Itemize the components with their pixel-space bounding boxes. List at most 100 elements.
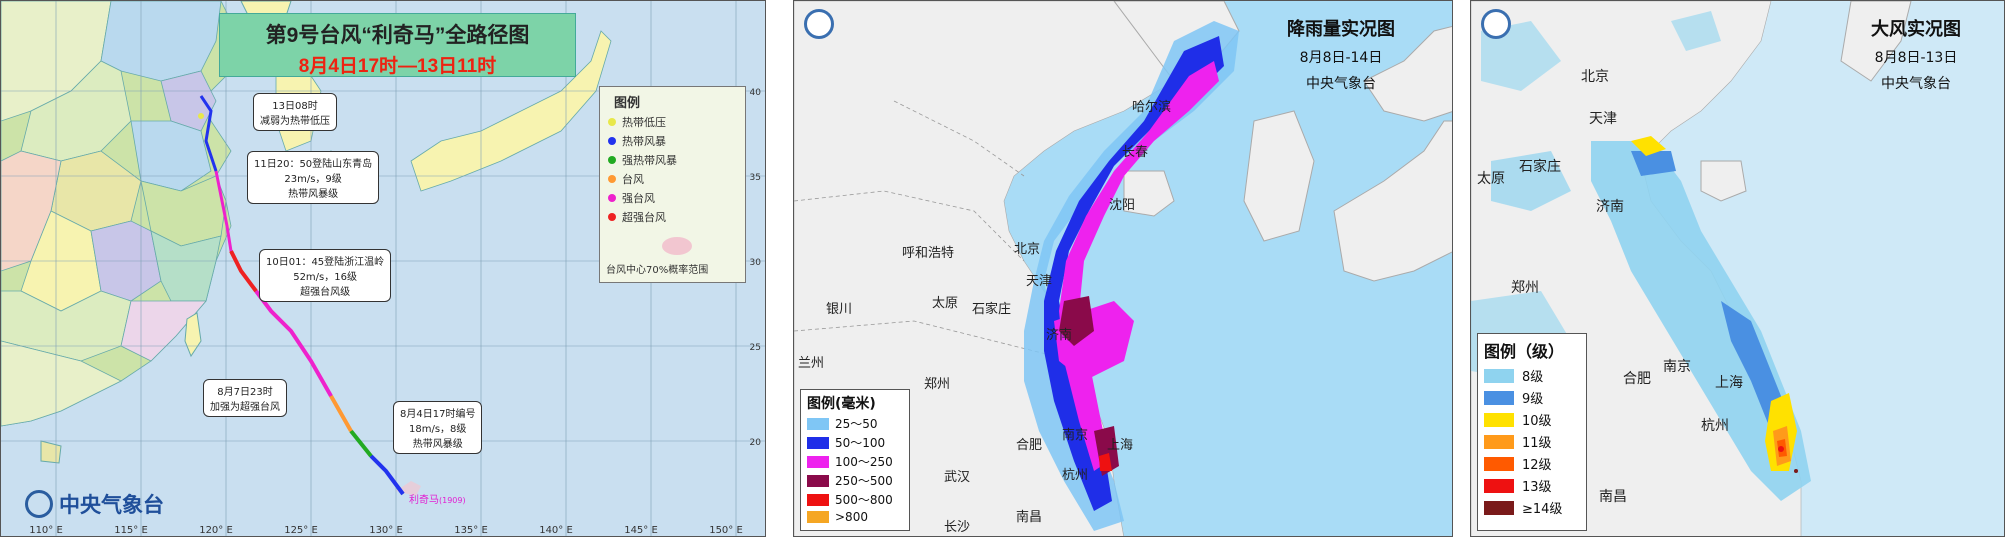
annotation-weakened: 13日08时 减弱为热带低压 <box>253 93 337 131</box>
wind-legend-item: 10级 <box>1484 410 1586 429</box>
rain-swatch-25-50 <box>807 417 829 430</box>
svg-text:150° E: 150° E <box>709 525 743 536</box>
wind-legend-item: 13级 <box>1484 476 1586 495</box>
cma-logo-icon <box>25 490 53 518</box>
svg-text:25: 25 <box>750 343 761 353</box>
svg-text:天津: 天津 <box>1589 111 1617 127</box>
track-legend-item: 台风 <box>608 171 745 187</box>
svg-text:天津: 天津 <box>1026 274 1052 289</box>
svg-text:上海: 上海 <box>1107 438 1133 453</box>
rain-legend-item: 25～50 <box>807 415 909 432</box>
svg-text:南京: 南京 <box>1663 359 1691 375</box>
rain-swatch-100-250 <box>807 455 829 468</box>
rain-legend-title: 图例(毫米) <box>807 396 876 412</box>
wind-title-block: 大风实况图 8月8日-13日 中央气象台 <box>1841 15 1991 93</box>
svg-text:太原: 太原 <box>932 296 958 311</box>
svg-text:北京: 北京 <box>1581 69 1609 85</box>
agency-logo: 中央气象台 <box>25 489 164 519</box>
svg-text:135° E: 135° E <box>454 525 488 536</box>
super-typhoon-dot-icon <box>608 213 616 221</box>
lon-axis-labels: 110° E 115° E 120° E 125° E 130° E 135° … <box>29 525 743 536</box>
rain-swatch-500-800 <box>807 493 829 506</box>
wind-swatch-12 <box>1484 456 1514 471</box>
track-legend-item: 热带风暴 <box>608 133 745 149</box>
annotation-numbered: 8月4日17时编号 18m/s，8级 热带风暴级 <box>393 401 483 454</box>
svg-text:银川: 银川 <box>826 302 852 317</box>
rain-period: 8月8日-14日 <box>1299 50 1383 66</box>
rain-swatch-250-500 <box>807 474 829 487</box>
svg-text:110° E: 110° E <box>29 525 63 536</box>
tropical-depression-dot-icon <box>608 118 616 126</box>
svg-text:40: 40 <box>750 88 762 98</box>
annotation-landfall-qingdao: 11日20：50登陆山东青岛 23m/s，9级 热带风暴级 <box>247 151 380 204</box>
svg-text:石家庄: 石家庄 <box>972 301 1011 317</box>
track-legend-item: 热带低压 <box>608 114 745 130</box>
svg-text:140° E: 140° E <box>539 525 573 536</box>
svg-text:125° E: 125° E <box>284 525 318 536</box>
svg-text:郑州: 郑州 <box>924 377 950 392</box>
svg-text:130° E: 130° E <box>369 525 403 536</box>
svg-text:35: 35 <box>750 173 761 183</box>
rain-legend-item: 500～800 <box>807 491 909 508</box>
wind-period: 8月8日-13日 <box>1874 50 1958 66</box>
rain-logo <box>804 9 834 39</box>
wind-swatch-11 <box>1484 434 1514 449</box>
svg-text:南昌: 南昌 <box>1016 509 1042 525</box>
svg-text:呼和浩特: 呼和浩特 <box>902 246 954 261</box>
tropical-storm-dot-icon <box>608 137 616 145</box>
rain-legend-item: >800 <box>807 510 909 524</box>
svg-text:合肥: 合肥 <box>1623 371 1651 387</box>
rain-swatch-over-800 <box>807 511 829 523</box>
severe-tropical-storm-dot-icon <box>608 156 616 164</box>
svg-text:杭州: 杭州 <box>1062 468 1088 483</box>
wind-legend-item: 9级 <box>1484 388 1586 407</box>
wind-swatch-9 <box>1484 390 1514 405</box>
svg-text:郑州: 郑州 <box>1511 280 1539 296</box>
svg-text:南昌: 南昌 <box>1599 489 1627 505</box>
svg-text:南京: 南京 <box>1062 427 1088 443</box>
svg-text:合肥: 合肥 <box>1016 438 1042 453</box>
svg-text:太原: 太原 <box>1477 171 1505 187</box>
wind-legend-title: 图例（级） <box>1484 342 1565 361</box>
wind-swatch-10 <box>1484 412 1514 427</box>
svg-text:杭州: 杭州 <box>1701 418 1729 434</box>
typhoon-dot-icon <box>608 175 616 183</box>
wind-swatch-8 <box>1484 368 1514 383</box>
svg-text:上海: 上海 <box>1715 375 1743 391</box>
svg-text:石家庄: 石家庄 <box>1519 158 1561 175</box>
wind-swatch-14 <box>1484 500 1514 515</box>
annotation-landfall-wenling: 10日01：45登陆浙江温岭 52m/s，16级 超强台风级 <box>259 249 392 302</box>
probability-cone-icon <box>662 237 692 255</box>
wind-legend-item: 8级 <box>1484 366 1586 385</box>
storm-name-label: 利奇马(1909) <box>409 495 466 506</box>
rain-legend-item: 50～100 <box>807 434 909 451</box>
track-legend-item: 强热带风暴 <box>608 152 745 168</box>
agency-name: 中央气象台 <box>59 493 164 517</box>
probability-label: 台风中心70%概率范围 <box>606 265 709 276</box>
rain-swatch-50-100 <box>807 436 829 449</box>
wind-map-panel: 北京 天津 石家庄 太原 济南 郑州 南京 合肥 上海 杭州 南昌 大风实况图 … <box>1470 0 2005 537</box>
track-title: 第9号台风“利奇马”全路径图 <box>265 24 530 47</box>
svg-text:哈尔滨: 哈尔滨 <box>1132 99 1171 115</box>
svg-text:沈阳: 沈阳 <box>1109 198 1135 213</box>
track-legend-item: 强台风 <box>608 190 745 206</box>
svg-text:20: 20 <box>750 438 762 448</box>
track-title-box: 第9号台风“利奇马”全路径图 8月4日17时—13日11时 <box>219 13 576 77</box>
track-legend: 图例 热带低压 热带风暴 强热带风暴 台风 强台风 超强台风 台风中心70%概率… <box>599 86 746 283</box>
svg-text:兰州: 兰州 <box>798 356 824 371</box>
svg-text:30: 30 <box>750 258 762 268</box>
wind-agency: 中央气象台 <box>1881 76 1951 92</box>
typhoon-track-map-panel: 110° E 115° E 120° E 125° E 130° E 135° … <box>0 0 766 537</box>
track-legend-item: 超强台风 <box>608 209 745 225</box>
rain-legend-item: 250～500 <box>807 472 909 489</box>
rain-title-block: 降雨量实况图 8月8日-14日 中央气象台 <box>1246 15 1436 93</box>
annotation-super-typhoon: 8月7日23时 加强为超强台风 <box>203 379 287 417</box>
svg-text:济南: 济南 <box>1596 199 1624 215</box>
rain-legend: 图例(毫米) 25～50 50～100 100～250 250～500 500～… <box>800 389 910 531</box>
svg-text:北京: 北京 <box>1014 242 1040 257</box>
wind-legend-item: 12级 <box>1484 454 1586 473</box>
track-subtitle: 8月4日17时—13日11时 <box>298 56 497 77</box>
severe-typhoon-dot-icon <box>608 194 616 202</box>
wind-title: 大风实况图 <box>1871 19 1961 40</box>
svg-text:长春: 长春 <box>1122 145 1148 160</box>
